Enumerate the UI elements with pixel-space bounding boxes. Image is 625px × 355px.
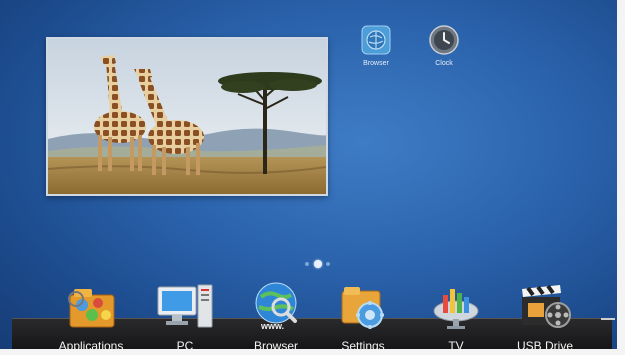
- applications-folder-icon: [60, 281, 122, 331]
- svg-text:www.: www.: [260, 321, 284, 331]
- page-dot[interactable]: [305, 262, 309, 266]
- dock-item-tv[interactable]: TV: [416, 281, 496, 353]
- dock-item-settings[interactable]: Settings: [323, 281, 403, 353]
- page-dot[interactable]: [326, 262, 330, 266]
- desktop-shortcut-label: Clock: [435, 60, 453, 67]
- dock-edge-marker: [601, 318, 615, 320]
- browser-globe-icon: [361, 25, 391, 55]
- pc-monitor-icon: [154, 281, 216, 331]
- tv-satellite-dish-icon: [425, 281, 487, 331]
- desktop-shortcut-clock[interactable]: Clock: [419, 25, 469, 67]
- page-indicator: [305, 260, 335, 268]
- launcher-home-screen: Browser Clock Applications PC www. Brows…: [0, 0, 625, 355]
- desktop-shortcut-label: Browser: [363, 60, 389, 67]
- giraffes-photo: [48, 39, 326, 194]
- usb-drive-clapperboard-icon: [514, 281, 576, 331]
- dock-item-applications[interactable]: Applications: [51, 281, 131, 353]
- browser-www-globe-icon: www.: [245, 281, 307, 331]
- dock-item-usb-drive[interactable]: USB Drive: [505, 281, 585, 353]
- desktop-shortcut-browser[interactable]: Browser: [351, 25, 401, 67]
- page-dot-current[interactable]: [314, 260, 322, 268]
- dock-item-pc[interactable]: PC: [145, 281, 225, 353]
- screen-frame-right: [617, 0, 625, 355]
- clock-icon: [429, 25, 459, 55]
- photo-widget[interactable]: [46, 37, 328, 196]
- dock-item-browser[interactable]: www. Browser: [236, 281, 316, 353]
- settings-folder-icon: [332, 281, 394, 331]
- screen-frame-bottom: [0, 349, 625, 355]
